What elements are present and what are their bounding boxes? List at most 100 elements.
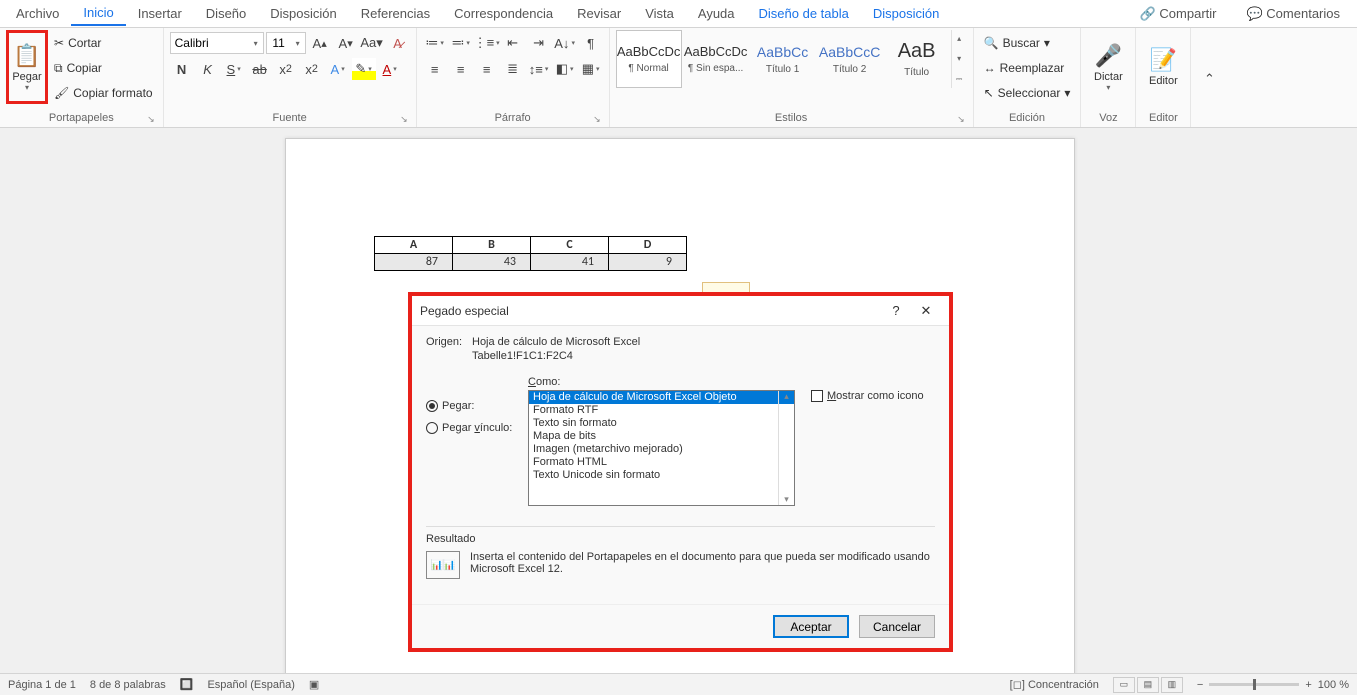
tab-vista[interactable]: Vista [633,2,686,25]
change-case-button[interactable]: Aa▾ [360,32,384,54]
increase-indent-button[interactable]: ⇥ [527,32,551,54]
view-print-button[interactable]: ▤ [1137,677,1159,693]
justify-button[interactable]: ≣ [501,58,525,80]
find-button[interactable]: 🔍Buscar ▾ [980,32,1054,54]
tab-disposicion[interactable]: Disposición [258,2,348,25]
zoom-out-button[interactable]: − [1197,679,1203,691]
dictate-button[interactable]: 🎤 Dictar ▾ [1087,30,1129,104]
list-item[interactable]: Texto sin formato [529,417,794,430]
radio-paste[interactable]: Pegar: [426,400,528,412]
zoom-slider[interactable] [1209,683,1299,686]
tab-insertar[interactable]: Insertar [126,2,194,25]
zoom-control[interactable]: − + 100 % [1197,679,1349,691]
font-size-combo[interactable]: ▾ [266,32,306,54]
listbox-scrollbar[interactable]: ▴▾ [778,391,794,505]
tab-inicio[interactable]: Inicio [71,1,125,26]
list-item[interactable]: Imagen (metarchivo mejorado) [529,443,794,456]
status-page[interactable]: Página 1 de 1 [8,679,76,691]
style-gallery-more[interactable]: ▴▾⎓ [951,30,967,88]
view-web-button[interactable]: ▥ [1161,677,1183,693]
tab-correspondencia[interactable]: Correspondencia [442,2,565,25]
superscript-button[interactable]: x2 [300,58,324,80]
tab-diseno[interactable]: Diseño [194,2,258,25]
list-item[interactable]: Texto Unicode sin formato [529,469,794,482]
ok-button[interactable]: Aceptar [773,615,849,638]
dialog-help-button[interactable]: ? [881,303,911,318]
share-button[interactable]: 🔗 Compartir [1127,1,1230,27]
grow-font-button[interactable]: A▴ [308,32,332,54]
show-as-icon-label: Mostrar como icono [827,390,924,402]
radio-paste-link[interactable]: Pegar vínculo: [426,422,528,434]
highlight-button[interactable]: ✎ [352,58,376,80]
italic-button[interactable]: K [196,58,220,80]
chevron-down-icon[interactable]: ▾ [291,39,305,48]
ribbon-collapse-button[interactable]: ⌃ [1197,68,1221,90]
paste-button[interactable]: 📋 Pegar ▾ [6,30,48,104]
style-normal[interactable]: AaBbCcDc¶ Normal [616,30,682,88]
replace-button[interactable]: ↔Reemplazar [980,57,1069,79]
list-item[interactable]: Formato HTML [529,456,794,469]
style-titulo1[interactable]: AaBbCcTítulo 1 [750,30,816,88]
radio-paste-label: Pegar: [442,400,474,412]
dialog-close-button[interactable]: ✕ [911,303,941,319]
sort-button[interactable]: A↓ [553,32,577,54]
bold-button[interactable]: N [170,58,194,80]
cut-button[interactable]: ✂Cortar [50,32,157,54]
copy-button[interactable]: ⧉Copiar [50,57,157,79]
show-as-icon-checkbox[interactable]: Mostrar como icono [811,390,935,402]
text-effects-button[interactable]: A [326,58,350,80]
styles-launcher[interactable]: ↘ [957,114,965,125]
subscript-button[interactable]: x2 [274,58,298,80]
clear-format-button[interactable]: A̷ [386,32,410,54]
font-color-button[interactable]: A [378,58,402,80]
borders-button[interactable]: ▦ [579,58,603,80]
strike-button[interactable]: ab [248,58,272,80]
zoom-value[interactable]: 100 % [1318,679,1349,691]
tab-archivo[interactable]: Archivo [4,2,71,25]
tab-referencias[interactable]: Referencias [349,2,442,25]
font-size-input[interactable] [267,36,291,50]
font-name-input[interactable] [171,36,249,50]
font-name-combo[interactable]: ▾ [170,32,264,54]
status-words[interactable]: 8 de 8 palabras [90,679,166,691]
tab-revisar[interactable]: Revisar [565,2,633,25]
list-item[interactable]: Hoja de cálculo de Microsoft Excel Objet… [529,391,794,404]
comments-button[interactable]: 💬 Comentarios [1233,1,1353,27]
decrease-indent-button[interactable]: ⇤ [501,32,525,54]
show-marks-button[interactable]: ¶ [579,32,603,54]
tab-disposicion-tabla[interactable]: Disposición [861,2,951,25]
align-right-button[interactable]: ≡ [475,58,499,80]
style-titulo[interactable]: AaBTítulo [884,30,950,88]
status-proofing-icon[interactable]: 🔲 [180,678,194,691]
focus-mode-button[interactable]: [◻] Concentración [1010,678,1099,691]
line-spacing-button[interactable]: ↕≡ [527,58,551,80]
underline-button[interactable]: S [222,58,246,80]
numbering-button[interactable]: ≕ [449,32,473,54]
format-painter-button[interactable]: 🖌Copiar formato [50,82,157,104]
editor-button[interactable]: 📝 Editor [1142,30,1184,104]
list-item[interactable]: Formato RTF [529,404,794,417]
font-launcher[interactable]: ↘ [400,114,408,125]
cancel-button[interactable]: Cancelar [859,615,935,638]
paragraph-launcher[interactable]: ↘ [593,114,601,125]
zoom-in-button[interactable]: + [1305,679,1311,691]
format-listbox[interactable]: Hoja de cálculo de Microsoft Excel Objet… [528,390,795,506]
chevron-down-icon[interactable]: ▾ [249,39,263,48]
view-read-button[interactable]: ▭ [1113,677,1135,693]
shrink-font-button[interactable]: A▾ [334,32,358,54]
select-button[interactable]: ↖Seleccionar ▾ [980,82,1075,104]
align-center-button[interactable]: ≡ [449,58,473,80]
bullets-button[interactable]: ≔ [423,32,447,54]
tab-ayuda[interactable]: Ayuda [686,2,747,25]
embedded-table[interactable]: A B C D 87 43 41 9 [374,236,687,271]
status-language[interactable]: Español (España) [207,679,294,691]
shading-button[interactable]: ◧ [553,58,577,80]
style-titulo2[interactable]: AaBbCcCTítulo 2 [817,30,883,88]
tab-diseno-tabla[interactable]: Diseño de tabla [747,2,861,25]
style-sin-espaciado[interactable]: AaBbCcDc¶ Sin espa... [683,30,749,88]
list-item[interactable]: Mapa de bits [529,430,794,443]
multilevel-button[interactable]: ⋮≡ [475,32,499,54]
status-macro-icon[interactable]: ▣ [309,678,319,691]
align-left-button[interactable]: ≡ [423,58,447,80]
clipboard-launcher[interactable]: ↘ [147,114,155,125]
